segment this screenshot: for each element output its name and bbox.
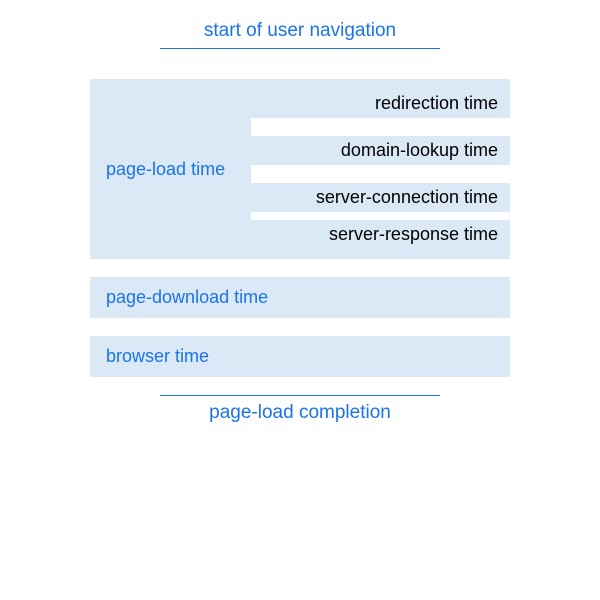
sub-item: server-connection time (251, 183, 500, 212)
footer-label: page-load completion (90, 402, 510, 424)
page-load-sub-column: redirection time domain-lookup time serv… (251, 89, 500, 249)
page-load-label: page-load time (106, 159, 251, 180)
footer-divider (160, 395, 440, 396)
sub-item: domain-lookup time (251, 136, 500, 165)
browser-time-bar: browser time (90, 336, 510, 377)
diagram-main: page-load time redirection time domain-l… (90, 79, 510, 377)
sub-item: redirection time (251, 89, 500, 118)
sub-item: server-response time (251, 220, 500, 249)
page-load-block: page-load time redirection time domain-l… (90, 79, 510, 259)
header-divider (160, 48, 440, 49)
gap (251, 165, 510, 183)
header-label: start of user navigation (90, 20, 510, 42)
gap (251, 118, 510, 136)
gap (251, 212, 510, 220)
page-download-bar: page-download time (90, 277, 510, 318)
